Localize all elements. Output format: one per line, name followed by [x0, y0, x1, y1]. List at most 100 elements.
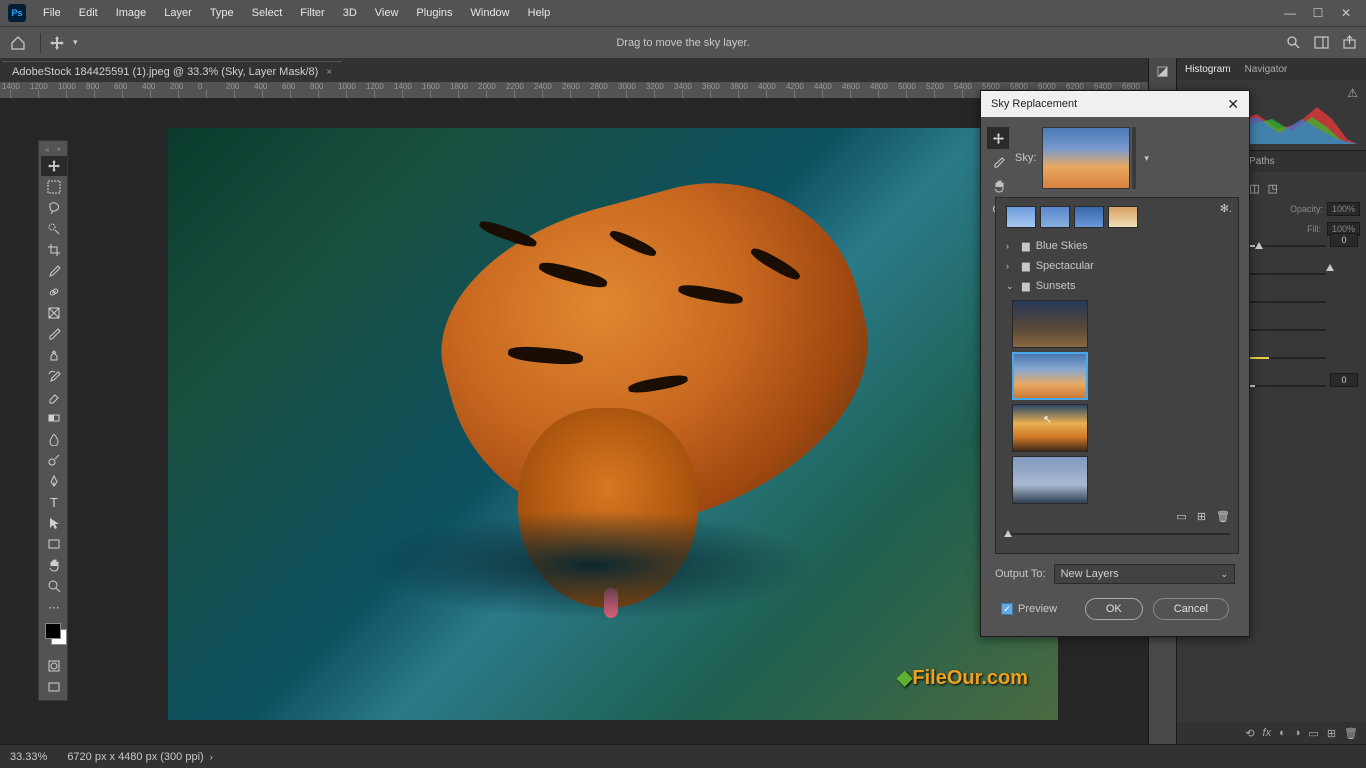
menu-3d[interactable]: 3D — [334, 0, 366, 26]
sky-thumbnail-selected[interactable] — [1012, 352, 1088, 400]
ok-button[interactable]: OK — [1085, 598, 1143, 620]
dialog-move-tool[interactable] — [987, 127, 1009, 149]
tab-paths[interactable]: Paths — [1249, 156, 1275, 167]
close-button[interactable]: ✕ — [1338, 5, 1354, 21]
fx-icon[interactable]: fx — [1263, 727, 1272, 739]
move-tool[interactable] — [41, 156, 67, 176]
screen-mode-tool[interactable] — [41, 677, 67, 697]
path-select-tool[interactable] — [41, 513, 67, 533]
crop-tool[interactable] — [41, 240, 67, 260]
zoom-tool[interactable] — [41, 576, 67, 596]
chevron-right-icon[interactable]: › — [210, 752, 213, 762]
slider-value[interactable]: 0 — [1330, 373, 1358, 387]
chevron-down-icon[interactable]: ▾ — [1144, 153, 1149, 164]
output-to-select[interactable]: New Layers ⌄ — [1054, 564, 1235, 584]
clone-tool[interactable] — [41, 345, 67, 365]
zoom-level[interactable]: 33.33% — [10, 751, 47, 763]
menu-image[interactable]: Image — [107, 0, 156, 26]
delete-preset-icon[interactable]: 🗑 — [1216, 510, 1230, 523]
slider-value[interactable]: 0 — [1330, 233, 1358, 247]
sky-preset-thumb[interactable] — [1040, 206, 1070, 228]
shape-tool[interactable] — [41, 534, 67, 554]
canvas[interactable]: ◆FileOur.com — [168, 128, 1058, 720]
document-dimensions[interactable]: 6720 px x 4480 px (300 ppi) — [67, 751, 203, 763]
sky-preset-thumb[interactable] — [1074, 206, 1104, 228]
dialog-hand-tool[interactable] — [987, 175, 1009, 197]
share-icon[interactable] — [1340, 34, 1358, 52]
menu-window[interactable]: Window — [462, 0, 519, 26]
menu-plugins[interactable]: Plugins — [407, 0, 461, 26]
strip-icon-1[interactable]: ◪ — [1149, 58, 1176, 84]
sky-thumbnail[interactable] — [1012, 300, 1088, 348]
options-hint: Drag to move the sky layer. — [616, 37, 749, 49]
sky-thumbnail[interactable]: ↖ — [1012, 404, 1088, 452]
new-preset-icon[interactable]: ⊞ — [1197, 510, 1206, 523]
minimize-button[interactable]: — — [1282, 5, 1298, 21]
sky-folder-sunsets[interactable]: ⌄ ▆ Sunsets — [1004, 276, 1230, 296]
link-icon[interactable]: ⟲ — [1245, 727, 1254, 740]
history-brush-tool[interactable] — [41, 366, 67, 386]
sky-thumbnail[interactable] — [1012, 456, 1088, 504]
dodge-tool[interactable] — [41, 450, 67, 470]
menu-layer[interactable]: Layer — [155, 0, 201, 26]
thumbnail-size-slider[interactable] — [1004, 533, 1230, 545]
workspace-icon[interactable] — [1312, 34, 1330, 52]
menu-filter[interactable]: Filter — [291, 0, 333, 26]
adj-icon[interactable]: ◳ — [1268, 182, 1278, 195]
foreground-color-swatch[interactable] — [45, 623, 61, 639]
sky-preview[interactable] — [1042, 127, 1130, 189]
edit-toolbar[interactable]: ⋯ — [41, 597, 67, 617]
move-tool-icon[interactable] — [47, 33, 67, 53]
gradient-tool[interactable] — [41, 408, 67, 428]
group-icon[interactable]: ▭ — [1308, 727, 1318, 740]
new-layer-icon[interactable]: ⊞ — [1327, 727, 1336, 740]
hand-tool[interactable] — [41, 555, 67, 575]
tab-navigator[interactable]: Navigator — [1245, 64, 1288, 75]
toolbox-header[interactable]: «× — [41, 143, 65, 155]
trash-icon[interactable]: 🗑 — [1344, 727, 1358, 740]
menu-help[interactable]: Help — [519, 0, 560, 26]
adj-icon[interactable]: ◫ — [1249, 182, 1259, 195]
sky-folder-blue-skies[interactable]: › ▆ Blue Skies — [1004, 236, 1230, 256]
import-icon[interactable]: ▭ — [1176, 510, 1186, 523]
menu-type[interactable]: Type — [201, 0, 243, 26]
opacity-value[interactable]: 100% — [1327, 202, 1360, 216]
tab-histogram[interactable]: Histogram — [1185, 64, 1231, 75]
dialog-close-icon[interactable]: ✕ — [1227, 96, 1239, 113]
maximize-button[interactable]: ☐ — [1310, 5, 1326, 21]
quick-select-tool[interactable] — [41, 219, 67, 239]
menu-edit[interactable]: Edit — [70, 0, 107, 26]
cancel-button[interactable]: Cancel — [1153, 598, 1229, 620]
quick-mask-tool[interactable] — [41, 656, 67, 676]
menu-view[interactable]: View — [366, 0, 408, 26]
pen-tool[interactable] — [41, 471, 67, 491]
menu-file[interactable]: File — [34, 0, 70, 26]
brush-tool[interactable] — [41, 324, 67, 344]
type-tool[interactable]: T — [41, 492, 67, 512]
frame-tool[interactable] — [41, 303, 67, 323]
search-icon[interactable] — [1284, 34, 1302, 52]
menu-select[interactable]: Select — [243, 0, 292, 26]
status-bar: 33.33% 6720 px x 4480 px (300 ppi) › — [0, 744, 1366, 768]
gear-icon[interactable]: ✻. — [1220, 202, 1232, 215]
close-tab-icon[interactable]: × — [326, 67, 332, 78]
preview-checkbox[interactable]: ✓ Preview — [1001, 603, 1057, 615]
document-tab[interactable]: AdobeStock 184425591 (1).jpeg @ 33.3% (S… — [2, 61, 342, 82]
dialog-titlebar[interactable]: Sky Replacement ✕ — [981, 91, 1249, 117]
sky-thumbnails: ↖ — [1012, 300, 1088, 504]
sky-preview-scroll[interactable] — [1132, 127, 1136, 189]
eraser-tool[interactable] — [41, 387, 67, 407]
marquee-tool[interactable] — [41, 177, 67, 197]
eyedropper-tool[interactable] — [41, 261, 67, 281]
blur-tool[interactable] — [41, 429, 67, 449]
sky-folder-spectacular[interactable]: › ▆ Spectacular — [1004, 256, 1230, 276]
lasso-tool[interactable] — [41, 198, 67, 218]
mask-icon[interactable]: ◐ — [1279, 727, 1286, 739]
heal-tool[interactable] — [41, 282, 67, 302]
sky-preset-thumb[interactable] — [1006, 206, 1036, 228]
dialog-brush-tool[interactable] — [987, 151, 1009, 173]
sky-preset-thumb[interactable] — [1108, 206, 1138, 228]
adjust-layer-icon[interactable]: ◑ — [1294, 727, 1301, 739]
color-swatches[interactable] — [41, 621, 65, 655]
home-icon[interactable] — [8, 33, 28, 53]
